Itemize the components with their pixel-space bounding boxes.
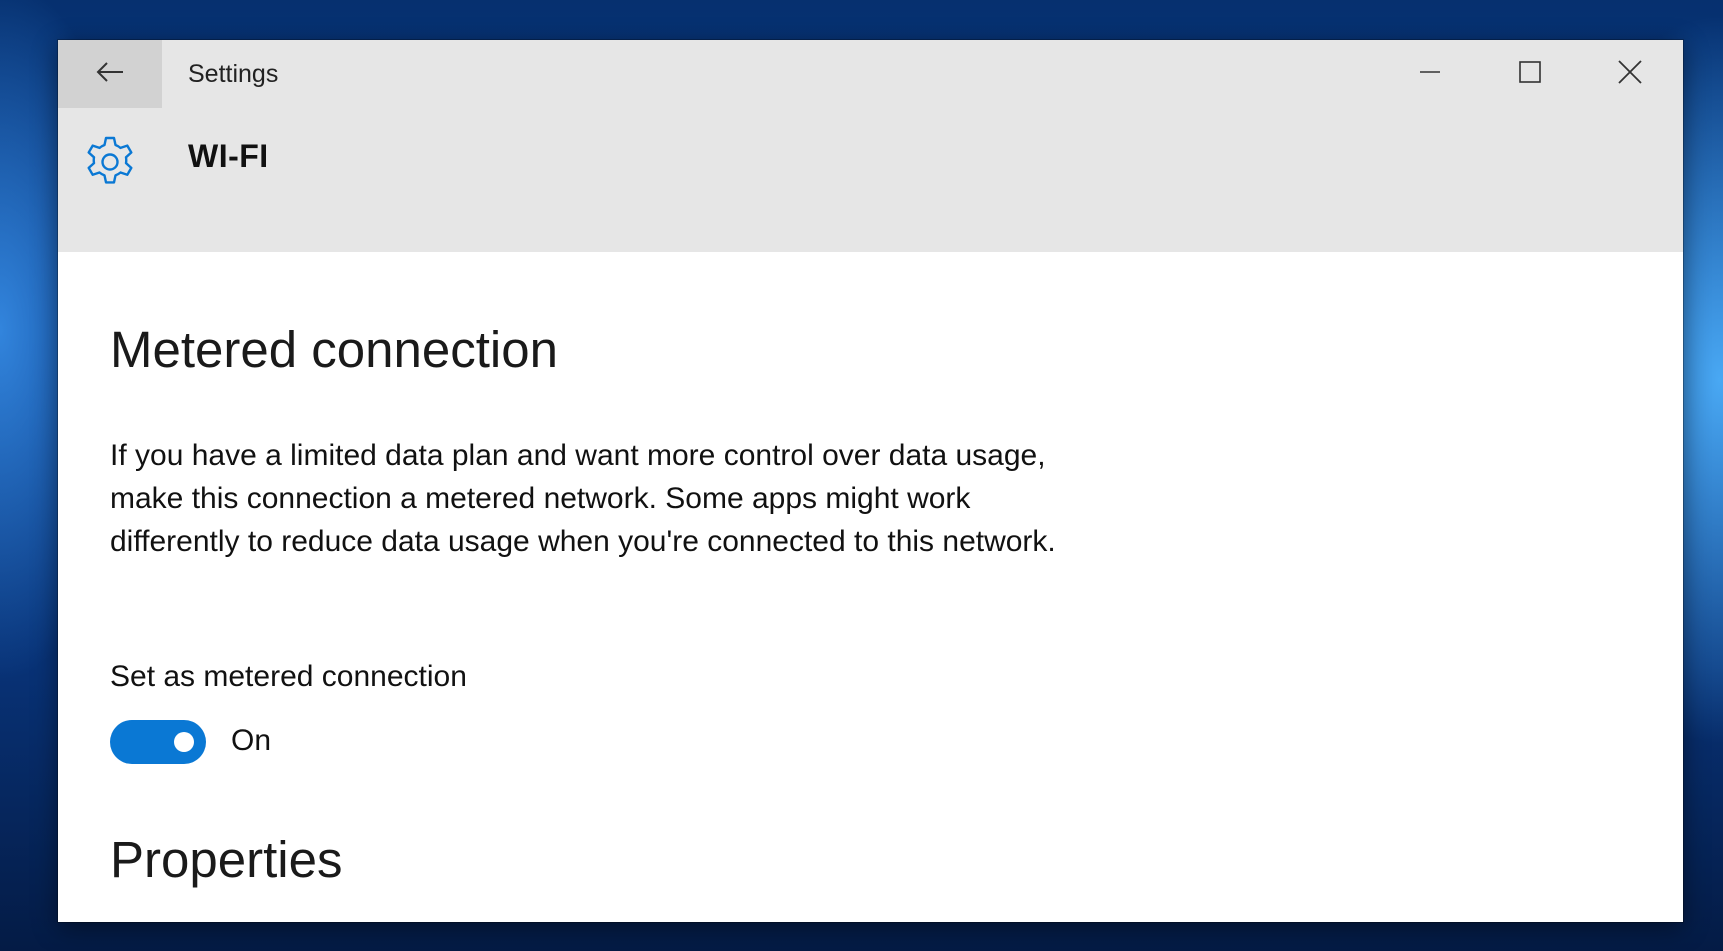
toggle-state-label: On bbox=[231, 724, 272, 757]
page-title: WI-FI bbox=[188, 138, 269, 174]
minimize-icon bbox=[1418, 60, 1442, 89]
arrow-left-icon bbox=[95, 61, 125, 88]
window-title: Settings bbox=[188, 60, 279, 88]
title-bar: Settings bbox=[58, 40, 1683, 108]
close-button[interactable] bbox=[1580, 40, 1680, 108]
metered-toggle[interactable] bbox=[110, 720, 206, 764]
properties-heading: Properties bbox=[110, 831, 343, 888]
metered-description: If you have a limited data plan and want… bbox=[110, 439, 1056, 558]
metered-connection-heading: Metered connection bbox=[110, 321, 558, 378]
metered-setting-label: Set as metered connection bbox=[110, 660, 467, 693]
settings-content: Metered connection If you have a limited… bbox=[58, 252, 1683, 922]
maximize-button[interactable] bbox=[1480, 40, 1580, 108]
maximize-icon bbox=[1518, 60, 1542, 89]
page-header: WI-FI bbox=[58, 108, 1683, 252]
back-button[interactable] bbox=[58, 40, 162, 108]
settings-window: Settings WI-FI Metered connection If you… bbox=[58, 40, 1683, 922]
gear-icon bbox=[82, 134, 138, 190]
close-icon bbox=[1617, 59, 1643, 90]
minimize-button[interactable] bbox=[1380, 40, 1480, 108]
toggle-knob bbox=[174, 732, 194, 752]
